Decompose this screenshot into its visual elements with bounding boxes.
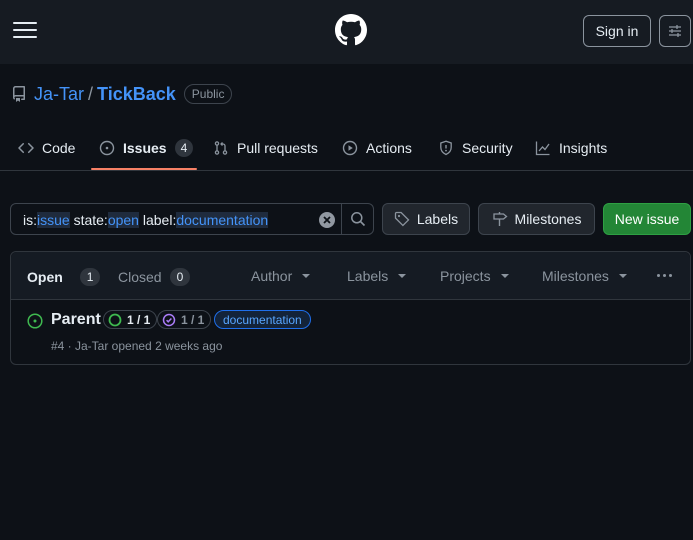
milestones-filter-label: Milestones xyxy=(542,268,609,284)
search-query[interactable]: is:issue state:open label:documentation xyxy=(23,212,269,228)
code-icon xyxy=(18,142,34,154)
query-key-state: state: xyxy=(69,212,108,228)
tab-pull-requests-label: Pull requests xyxy=(237,140,318,156)
top-bar: Sign in xyxy=(0,0,693,64)
query-value-documentation: documentation xyxy=(176,212,269,228)
graph-icon xyxy=(535,141,550,156)
tab-code-label: Code xyxy=(42,140,76,156)
closed-filter-label: Closed xyxy=(118,269,162,285)
labels-filter-dropdown[interactable]: Labels xyxy=(347,268,407,284)
projects-filter-dropdown[interactable]: Projects xyxy=(440,268,509,284)
check-circle-icon xyxy=(162,313,176,326)
issue-meta: #4 · Ja-Tar opened 2 weeks ago xyxy=(51,339,223,353)
issue-list: Open 1 Closed 0 Author Labels Projects M… xyxy=(10,251,691,365)
tab-code[interactable]: Code xyxy=(10,130,83,166)
chevron-down-icon xyxy=(500,274,509,278)
github-logo-icon[interactable] xyxy=(335,14,367,46)
chevron-down-icon xyxy=(302,274,311,278)
issue-open-icon xyxy=(27,313,43,329)
projects-filter-label: Projects xyxy=(440,268,491,284)
sub-issues-done-count: 1 / 1 xyxy=(181,312,205,327)
sub-issues-completed[interactable]: 1 / 1 xyxy=(157,310,212,329)
issue-list-header: Open 1 Closed 0 Author Labels Projects M… xyxy=(11,252,690,300)
labels-button-label: Labels xyxy=(416,211,459,227)
menu-icon[interactable] xyxy=(13,20,37,40)
author-filter-label: Author xyxy=(251,268,293,284)
repo-owner-link[interactable]: Ja-Tar xyxy=(34,84,84,105)
tab-pull-requests[interactable]: Pull requests xyxy=(205,130,326,166)
issues-count-badge: 4 xyxy=(174,139,194,157)
clear-search-icon[interactable] xyxy=(318,211,336,229)
search-submit-button[interactable] xyxy=(341,204,373,234)
milestones-button-label: Milestones xyxy=(514,211,582,227)
labels-filter-label: Labels xyxy=(347,268,389,284)
issue-search-field[interactable]: is:issue state:open label:documentation xyxy=(10,203,374,235)
milestones-button[interactable]: Milestones xyxy=(478,203,595,235)
closed-filter-tab[interactable]: Closed 0 xyxy=(118,268,191,286)
tag-icon xyxy=(394,211,410,227)
chevron-down-icon xyxy=(618,274,627,278)
sign-in-button[interactable]: Sign in xyxy=(583,15,651,47)
tab-actions[interactable]: Actions xyxy=(334,130,420,166)
git-pull-request-icon xyxy=(214,141,228,155)
active-tab-indicator xyxy=(91,168,197,170)
milestones-filter-dropdown[interactable]: Milestones xyxy=(542,268,627,284)
tab-insights[interactable]: Insights xyxy=(527,130,615,166)
query-value-open: open xyxy=(107,212,139,228)
play-icon xyxy=(342,140,358,156)
sliders-icon xyxy=(669,25,681,37)
query-value-issue: issue xyxy=(37,212,70,228)
shield-icon xyxy=(440,140,452,156)
visibility-badge: Public xyxy=(183,84,233,104)
repo-heading: Ja-Tar / TickBack Public xyxy=(11,82,233,106)
repo-separator: / xyxy=(88,83,94,104)
query-key-is: is: xyxy=(23,212,37,228)
issue-opened-icon xyxy=(99,140,115,156)
issue-row[interactable]: Parent 1 / 1 1 / 1 documentation #4 · Ja… xyxy=(11,300,690,364)
tab-actions-label: Actions xyxy=(366,140,412,156)
author-filter-dropdown[interactable]: Author xyxy=(251,268,311,284)
query-key-label: label: xyxy=(138,212,177,228)
tab-issues[interactable]: Issues 4 xyxy=(91,130,201,166)
milestone-icon xyxy=(492,212,508,226)
open-filter-tab[interactable]: Open 1 xyxy=(27,268,101,286)
labels-button[interactable]: Labels xyxy=(382,203,470,235)
tab-issues-label: Issues xyxy=(123,140,167,156)
open-count-badge: 1 xyxy=(79,268,101,286)
sub-issues-progress[interactable]: 1 / 1 xyxy=(103,310,158,329)
tab-insights-label: Insights xyxy=(559,140,608,156)
repo-nav-tabs: Code Issues 4 Pull requests Actions Secu… xyxy=(0,130,693,171)
search-icon xyxy=(350,212,365,227)
documentation-label[interactable]: documentation xyxy=(214,310,311,329)
repo-icon xyxy=(12,86,25,102)
more-options-icon[interactable] xyxy=(657,274,675,277)
open-filter-label: Open xyxy=(27,269,63,285)
issue-title-link[interactable]: Parent xyxy=(51,311,101,329)
settings-toggle-button[interactable] xyxy=(659,15,691,47)
new-issue-button[interactable]: New issue xyxy=(603,203,691,235)
chevron-down-icon xyxy=(398,274,407,278)
sub-issues-open-count: 1 / 1 xyxy=(127,312,151,327)
progress-circle-icon xyxy=(108,313,122,326)
closed-count-badge: 0 xyxy=(169,268,191,286)
tab-security-label: Security xyxy=(462,140,513,156)
repo-name-link[interactable]: TickBack xyxy=(97,84,176,105)
tab-security[interactable]: Security xyxy=(430,130,521,166)
